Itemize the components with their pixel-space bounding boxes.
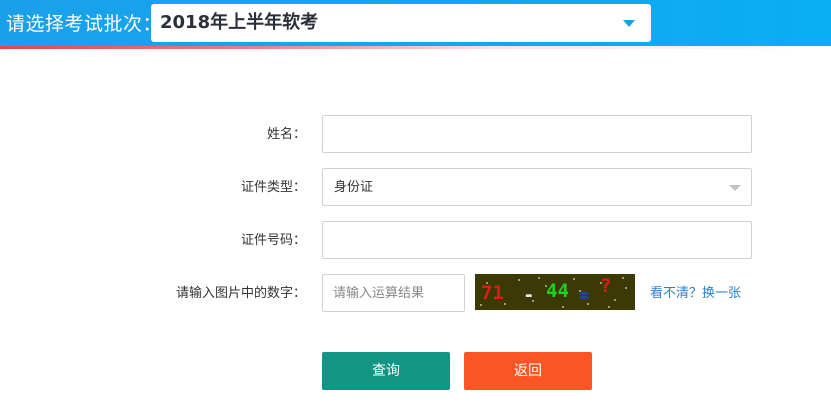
captcha-image[interactable]: 71 - 44 = ? <box>475 274 635 310</box>
captcha-refresh-link[interactable]: 看不清？换一张 <box>650 285 741 303</box>
captcha-label: 请输入图片中的数字： <box>175 286 306 301</box>
captcha-char: ? <box>600 275 611 297</box>
batch-label: 请选择考试批次： <box>6 13 163 35</box>
captcha-char: = <box>579 286 589 306</box>
id-type-select[interactable]: 身份证 <box>322 168 752 206</box>
id-number-input[interactable] <box>323 222 751 258</box>
id-type-label: 证件类型： <box>240 180 306 195</box>
chevron-down-icon[interactable] <box>729 185 741 191</box>
name-label: 姓名： <box>266 127 306 142</box>
captcha-char: 71 <box>481 282 504 304</box>
top-bar: 请选择考试批次： 2018年上半年软考 <box>0 0 831 46</box>
back-button[interactable]: 返回 <box>464 352 592 390</box>
captcha-char: - <box>523 284 534 306</box>
captcha-field[interactable] <box>322 274 465 312</box>
captcha-char: 44 <box>546 280 569 302</box>
id-type-value: 身份证 <box>334 180 374 195</box>
name-field[interactable] <box>322 115 752 153</box>
chevron-down-icon[interactable] <box>623 20 635 27</box>
captcha-svg: 71 - 44 = ? <box>480 275 627 308</box>
captcha-input[interactable] <box>323 275 464 311</box>
header-accent-line <box>0 46 831 49</box>
id-number-field[interactable] <box>322 221 752 259</box>
batch-select-value: 2018年上半年软考 <box>160 12 319 33</box>
query-button[interactable]: 查询 <box>322 352 450 390</box>
id-number-label: 证件号码： <box>240 233 306 248</box>
batch-select[interactable]: 2018年上半年软考 <box>151 4 651 42</box>
name-input[interactable] <box>323 116 751 152</box>
